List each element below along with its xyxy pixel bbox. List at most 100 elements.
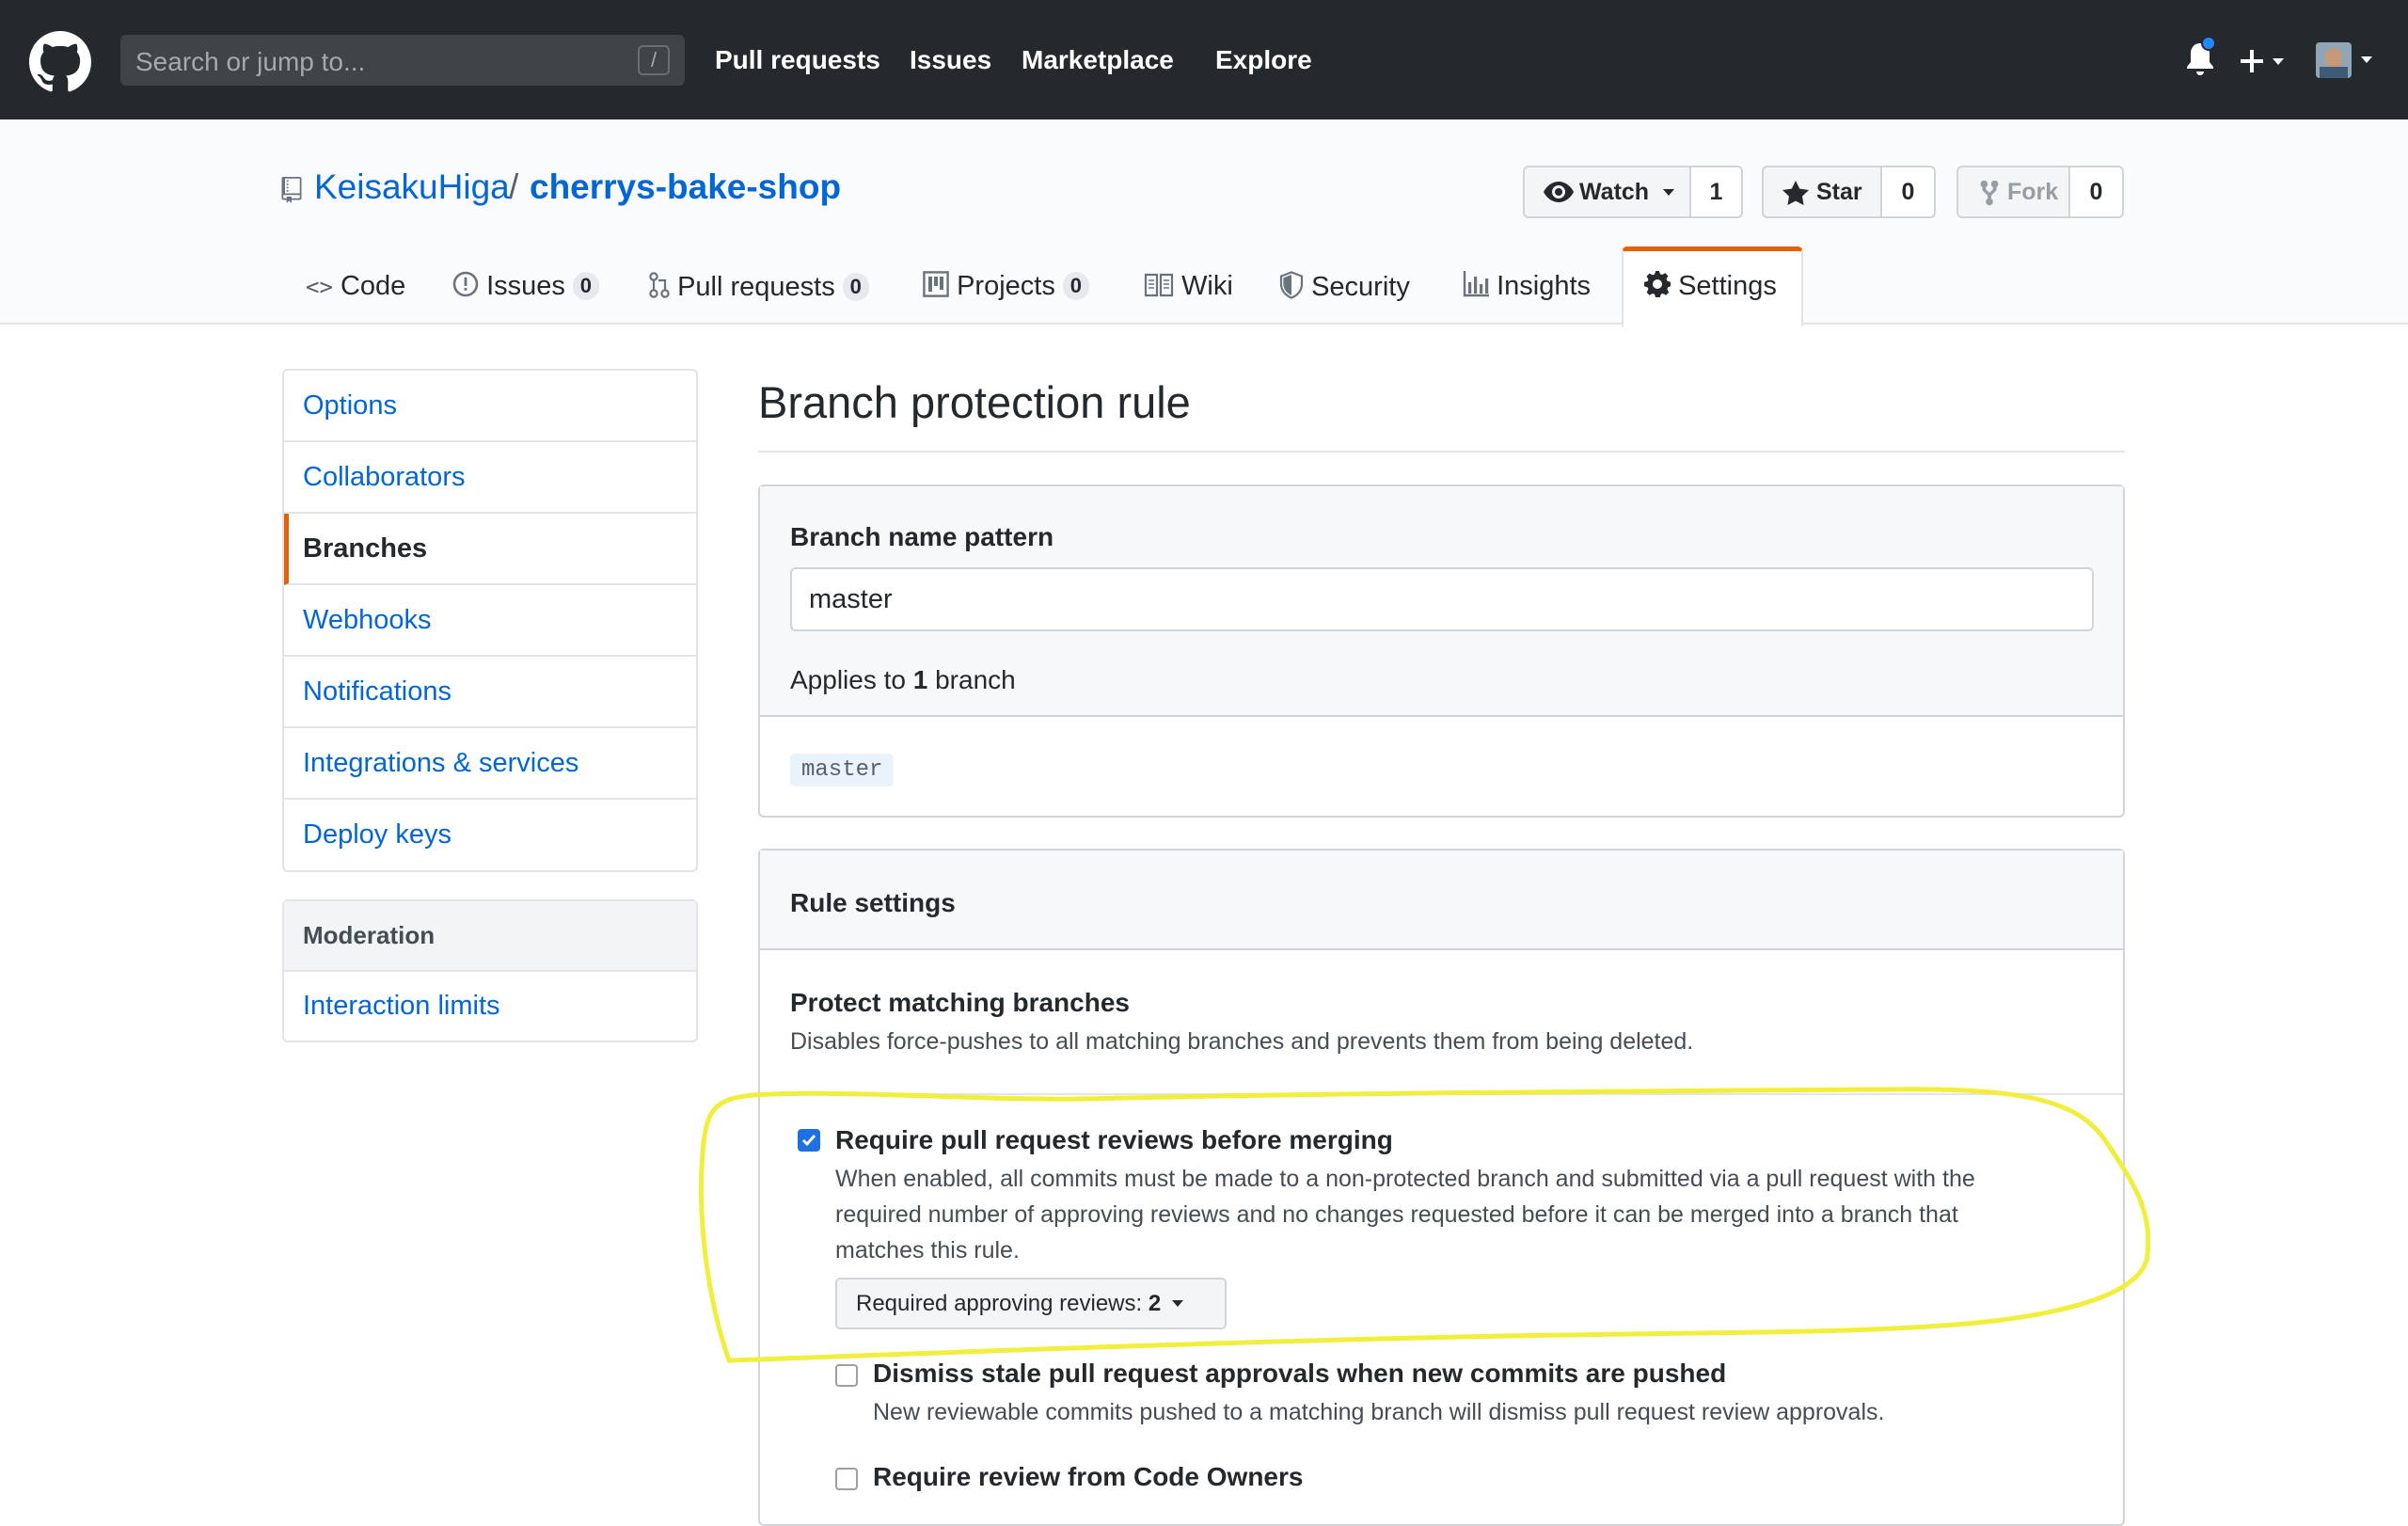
star-label: Star <box>1816 179 1862 205</box>
watch-label: Watch <box>1579 179 1650 205</box>
star-icon <box>1782 181 1809 205</box>
star-button[interactable]: Star <box>1762 166 1882 218</box>
fork-icon <box>1980 180 1999 206</box>
nav-pull-requests[interactable]: Pull requests <box>715 45 880 75</box>
code-owners-title[interactable]: Require review from Code Owners <box>873 1462 1303 1492</box>
section-divider <box>760 1093 2123 1095</box>
require-reviews-desc-line: matches this rule. <box>835 1237 1020 1264</box>
sidebar-item-integrations[interactable]: Integrations & services <box>284 728 696 800</box>
tab-insights-label: Insights <box>1497 271 1592 301</box>
applies-to-text: Applies to 1 branch <box>790 665 1016 695</box>
repo-owner-link[interactable]: KeisakuHiga <box>314 167 510 207</box>
tab-projects-label: Projects <box>957 271 1055 301</box>
sidebar-item-notifications[interactable]: Notifications <box>284 657 696 728</box>
applies-prefix: Applies to <box>790 665 906 694</box>
rule-settings-heading: Rule settings <box>790 888 956 917</box>
require-reviews-checkbox[interactable] <box>798 1129 820 1152</box>
nav-issues[interactable]: Issues <box>910 45 991 75</box>
required-reviews-value: 2 <box>1148 1291 1162 1316</box>
watch-caret-icon <box>1663 189 1674 196</box>
fork-button[interactable]: Fork <box>1956 166 2070 218</box>
require-reviews-desc-line: required number of approving reviews and… <box>835 1201 1958 1228</box>
repo-icon <box>281 177 302 203</box>
bell-icon[interactable] <box>2184 38 2216 79</box>
graph-icon <box>1463 271 1489 297</box>
tab-wiki[interactable]: Wiki <box>1144 271 1233 302</box>
require-reviews-title[interactable]: Require pull request reviews before merg… <box>835 1125 1393 1155</box>
checkmark-icon <box>801 1135 816 1147</box>
pull-request-icon <box>649 272 670 298</box>
watch-count[interactable]: 1 <box>1691 166 1743 218</box>
repo-name-link[interactable]: cherrys-bake-shop <box>530 167 841 207</box>
required-reviews-label: Required approving reviews: <box>856 1291 1143 1316</box>
rule-settings-box: Rule settings Protect matching branches … <box>758 849 2125 1526</box>
moderation-sidebar: Moderation Interaction limits <box>282 899 698 1042</box>
star-count[interactable]: 0 <box>1882 166 1936 218</box>
repo-path-separator: / <box>509 167 519 206</box>
protect-branches-desc: Disables force-pushes to all matching br… <box>790 1028 1694 1055</box>
github-logo-icon[interactable] <box>29 31 91 93</box>
tab-projects[interactable]: Projects 0 <box>923 271 1089 302</box>
matched-branch-code: master <box>790 754 895 787</box>
sidebar-item-collaborators[interactable]: Collaborators <box>284 442 696 514</box>
tab-issues-count: 0 <box>572 272 599 300</box>
tab-issues[interactable]: Issues 0 <box>452 271 599 302</box>
tab-projects-count: 0 <box>1062 272 1089 300</box>
require-reviews-desc: When enabled, all commits must be made t… <box>835 1161 1975 1268</box>
project-icon <box>923 271 949 297</box>
search-input[interactable]: Search or jump to... / <box>120 35 685 86</box>
dismiss-stale-title[interactable]: Dismiss stale pull request approvals whe… <box>873 1359 1726 1389</box>
dismiss-stale-desc: New reviewable commits pushed to a match… <box>873 1399 1885 1425</box>
fork-count[interactable]: 0 <box>2070 166 2124 218</box>
dismiss-stale-checkbox[interactable] <box>835 1364 858 1387</box>
watch-button[interactable]: Watch <box>1523 166 1691 218</box>
plus-dropdown-icon[interactable] <box>2241 47 2289 75</box>
code-owners-checkbox[interactable] <box>835 1468 858 1490</box>
required-reviews-select[interactable]: Required approving reviews: 2 <box>835 1278 1227 1329</box>
page-title: Branch protection rule <box>758 377 1191 427</box>
tab-settings-label: Settings <box>1678 271 1777 301</box>
tab-code[interactable]: <> Code <box>306 271 405 302</box>
applies-suffix: branch <box>935 665 1016 694</box>
sidebar-item-interaction-limits[interactable]: Interaction limits <box>284 972 696 1041</box>
issue-icon <box>452 271 479 297</box>
sidebar-item-webhooks[interactable]: Webhooks <box>284 585 696 657</box>
book-icon <box>1144 273 1174 297</box>
tab-code-label: Code <box>340 271 406 301</box>
settings-sidebar: Options Collaborators Branches Webhooks … <box>282 369 698 872</box>
tab-settings[interactable]: Settings <box>1644 271 1777 302</box>
applies-count: 1 <box>912 665 928 694</box>
require-reviews-desc-line: When enabled, all commits must be made t… <box>835 1166 1975 1192</box>
nav-marketplace[interactable]: Marketplace <box>1022 45 1174 75</box>
code-icon: <> <box>306 274 333 300</box>
title-divider <box>758 451 2125 453</box>
tab-issues-label: Issues <box>486 271 565 301</box>
nav-explore[interactable]: Explore <box>1215 45 1312 75</box>
sidebar-item-options[interactable]: Options <box>284 371 696 442</box>
global-header: Search or jump to... / Pull requests Iss… <box>0 0 2408 119</box>
avatar[interactable] <box>2316 42 2352 78</box>
branch-pattern-box: Branch name pattern master Applies to 1 … <box>758 485 2125 818</box>
tab-pull-requests-count: 0 <box>842 273 869 301</box>
branch-name-pattern-label: Branch name pattern <box>790 522 1054 551</box>
tab-pull-requests[interactable]: Pull requests 0 <box>649 271 869 303</box>
avatar-dropdown-caret-icon[interactable] <box>2359 55 2374 66</box>
protect-branches-title: Protect matching branches <box>790 988 1130 1017</box>
chevron-down-icon <box>1171 1300 1183 1307</box>
tab-insights[interactable]: Insights <box>1463 271 1591 302</box>
branch-name-pattern-input[interactable]: master <box>790 567 2094 631</box>
tab-security[interactable]: Security <box>1279 271 1410 303</box>
tab-pull-requests-label: Pull requests <box>677 272 835 302</box>
tab-security-label: Security <box>1311 272 1410 302</box>
shield-icon <box>1279 271 1304 299</box>
sidebar-item-branches[interactable]: Branches <box>284 514 696 585</box>
fork-label: Fork <box>2007 179 2059 205</box>
rule-settings-header: Rule settings <box>760 850 2123 950</box>
search-placeholder: Search or jump to... <box>135 47 366 76</box>
sidebar-item-deploy-keys[interactable]: Deploy keys <box>284 800 696 871</box>
gear-icon <box>1644 271 1671 298</box>
tab-wiki-label: Wiki <box>1181 271 1233 301</box>
search-shortcut-hint: / <box>638 45 670 75</box>
branch-pattern-header: Branch name pattern master Applies to 1 … <box>760 486 2123 717</box>
eye-icon <box>1544 182 1574 202</box>
